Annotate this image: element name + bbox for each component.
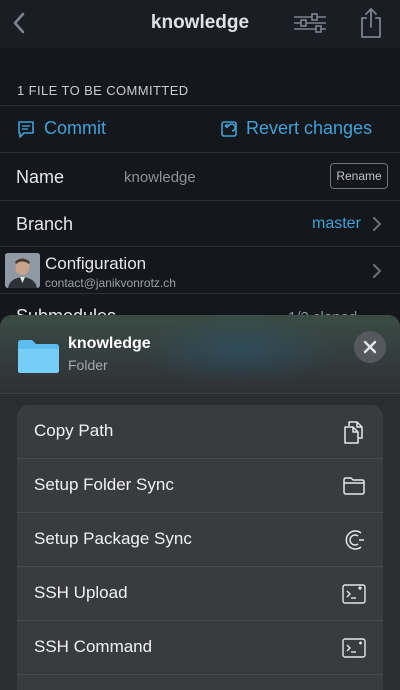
- configuration-title[interactable]: Configuration: [45, 254, 146, 274]
- share-icon[interactable]: [356, 6, 386, 40]
- rename-button[interactable]: Rename: [330, 163, 388, 189]
- sliders-icon[interactable]: [292, 10, 328, 36]
- package-sync-icon: [345, 530, 364, 550]
- action-label: Setup Folder Sync: [34, 475, 174, 494]
- page-title: knowledge: [150, 12, 250, 33]
- revert-changes-label: Revert changes: [246, 118, 373, 138]
- setup-folder-sync-button[interactable]: Setup Folder Sync: [17, 459, 383, 513]
- divider: [0, 246, 400, 247]
- folder-icon: [18, 340, 59, 373]
- folder-icon: [343, 477, 365, 495]
- divider: [0, 152, 400, 153]
- navigation-bar: knowledge: [0, 0, 400, 48]
- commit-button-label: Commit: [44, 118, 106, 138]
- terminal-command-icon: [342, 638, 366, 658]
- revert-changes-button[interactable]: Revert changes: [220, 118, 372, 139]
- close-icon: [363, 340, 377, 354]
- branch-value[interactable]: master: [312, 215, 361, 233]
- action-label: Setup Package Sync: [34, 529, 192, 548]
- divider: [17, 674, 383, 675]
- chevron-right-icon: [373, 264, 382, 278]
- chevron-right-icon: [373, 217, 382, 231]
- divider: [0, 393, 400, 394]
- commit-button[interactable]: Commit: [16, 118, 106, 139]
- action-sheet: knowledge Folder Copy Path Setup Folder …: [0, 315, 400, 690]
- setup-package-sync-button[interactable]: Setup Package Sync: [17, 513, 383, 567]
- revert-icon: [221, 120, 237, 137]
- divider: [0, 200, 400, 201]
- divider: [0, 105, 400, 106]
- configuration-email: contact@janikvonrotz.ch: [45, 276, 176, 290]
- sheet-title: knowledge: [68, 335, 151, 352]
- copy-icon: [344, 421, 363, 444]
- comment-icon: [18, 120, 34, 138]
- copy-path-button[interactable]: Copy Path: [17, 405, 383, 459]
- name-label: Name: [16, 167, 65, 187]
- name-value: knowledge: [124, 169, 196, 186]
- terminal-upload-icon: [342, 584, 366, 604]
- avatar: [5, 253, 40, 288]
- commit-section-header: 1 FILE TO BE COMMITTED: [17, 83, 189, 98]
- action-list: Copy Path Setup Folder Sync Setup Packag…: [17, 405, 383, 690]
- action-label: Copy Path: [34, 421, 114, 440]
- close-button[interactable]: [354, 331, 386, 363]
- ssh-command-button[interactable]: SSH Command: [17, 621, 383, 675]
- divider: [0, 293, 400, 294]
- sheet-subtitle: Folder: [68, 357, 108, 373]
- action-label: SSH Command: [34, 637, 153, 656]
- branch-label: Branch: [16, 214, 74, 234]
- action-label: SSH Upload: [34, 583, 128, 602]
- ssh-upload-button[interactable]: SSH Upload: [17, 567, 383, 621]
